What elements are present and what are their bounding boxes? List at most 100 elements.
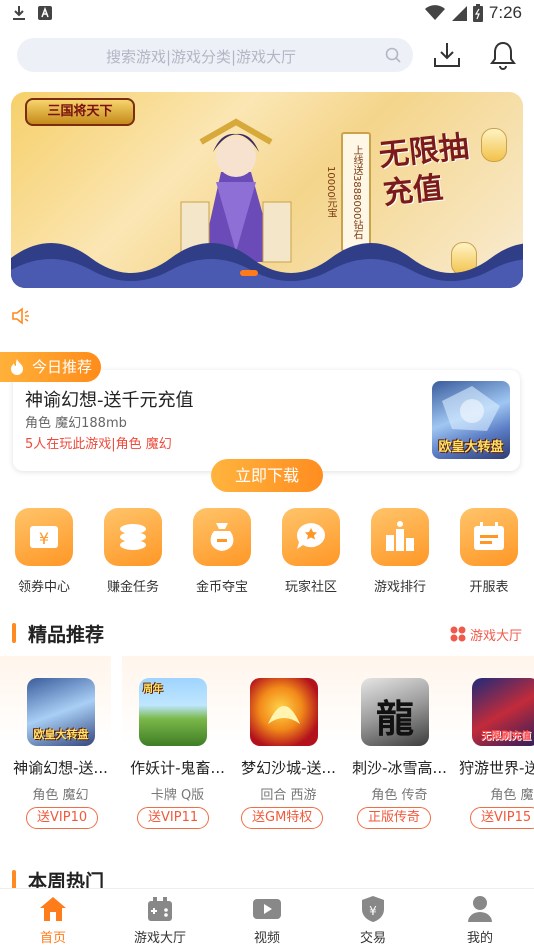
game-thumbnail: 欧皇大转盘 bbox=[27, 678, 95, 746]
bottom-nav: 首页 游戏大厅 视频 ¥ 交易 我的 bbox=[0, 888, 534, 950]
game-card[interactable]: 周年 作妖计-鬼畜... 卡牌 Q版 送VIP11 bbox=[122, 656, 233, 852]
bell-icon[interactable] bbox=[489, 40, 517, 70]
thumbnail-caption: 欧皇大转盘 bbox=[438, 440, 504, 455]
game-tags: 卡牌 Q版 bbox=[150, 788, 205, 803]
coupon-icon: ¥ bbox=[15, 508, 73, 566]
flame-icon bbox=[11, 359, 23, 375]
promo-banner[interactable]: 三国将天下 上线送3888000钻石10000元宝 无限抽充值 bbox=[11, 92, 523, 288]
coins-icon bbox=[104, 508, 162, 566]
money-bag-icon bbox=[193, 508, 251, 566]
download-now-button[interactable]: 立即下载 bbox=[211, 459, 323, 492]
today-recommend-card[interactable]: 神谕幻想-送千元充值 角色 魔幻188mb 5人在玩此游戏|角色 魔幻 欧皇大转… bbox=[13, 370, 520, 471]
profile-icon bbox=[468, 896, 492, 922]
section-accent-bar bbox=[12, 623, 16, 643]
quick-entry-community[interactable]: 玩家社区 bbox=[269, 508, 353, 595]
game-name: 狩游世界-送 bbox=[459, 759, 534, 777]
quick-entry-ranking[interactable]: 游戏排行 bbox=[358, 508, 442, 595]
today-game-title: 神谕幻想-送千元充值 bbox=[25, 390, 194, 411]
search-input[interactable]: 搜索游戏|游戏分类|游戏大厅 bbox=[17, 38, 413, 72]
status-bar: 7:26 bbox=[0, 0, 534, 28]
quick-entry-label: 游戏排行 bbox=[373, 580, 426, 595]
game-name: 神谕幻想-送... bbox=[13, 759, 108, 777]
game-badge: 送VIP10 bbox=[26, 807, 99, 829]
svg-text:¥: ¥ bbox=[39, 529, 49, 548]
game-card[interactable]: 梦幻沙城-送... 回合 西游 送GM特权 bbox=[233, 656, 344, 852]
today-tag-label: 今日推荐 bbox=[32, 358, 93, 376]
nav-label: 我的 bbox=[466, 931, 493, 946]
trade-shield-icon: ¥ bbox=[362, 896, 384, 922]
wave-decoration bbox=[11, 243, 523, 288]
search-icon[interactable] bbox=[385, 47, 401, 63]
nav-label: 首页 bbox=[39, 931, 66, 946]
battery-icon bbox=[472, 4, 483, 22]
quick-entry-label: 金币夺宝 bbox=[195, 580, 248, 595]
thumbnail-caption: 龍 bbox=[375, 696, 414, 741]
game-thumbnail: 龍 bbox=[361, 678, 429, 746]
wifi-icon bbox=[424, 5, 445, 20]
game-name: 刺沙-冰雪高... bbox=[352, 759, 447, 777]
grid-icon bbox=[450, 626, 466, 642]
banner-page-indicator bbox=[240, 270, 258, 276]
game-badge: 正版传奇 bbox=[357, 807, 432, 829]
today-recommend-tag: 今日推荐 bbox=[0, 352, 101, 382]
quick-entry-calendar[interactable]: 开服表 bbox=[447, 508, 531, 595]
game-thumbnail: 无限刷充值 bbox=[472, 678, 534, 746]
today-game-players: 5人在玩此游戏|角色 魔幻 bbox=[25, 437, 172, 452]
thumbnail-art bbox=[268, 706, 300, 724]
nav-item-game-hall[interactable]: 游戏大厅 bbox=[115, 895, 205, 946]
calendar-icon bbox=[460, 508, 518, 566]
thumbnail-caption: 周年 bbox=[143, 684, 163, 695]
game-card[interactable]: 无限刷充值 狩游世界-送 角色 魔幻 送VIP15 bbox=[455, 656, 534, 852]
quick-entry-treasure[interactable]: 金币夺宝 bbox=[180, 508, 264, 595]
nav-item-profile[interactable]: 我的 bbox=[435, 895, 525, 946]
signal-icon bbox=[451, 6, 467, 21]
svg-text:¥: ¥ bbox=[369, 904, 377, 918]
video-icon bbox=[253, 899, 281, 919]
game-name: 梦幻沙城-送... bbox=[241, 759, 336, 777]
speaker-icon[interactable] bbox=[11, 307, 31, 325]
nav-item-home[interactable]: 首页 bbox=[8, 895, 98, 946]
search-placeholder: 搜索游戏|游戏分类|游戏大厅 bbox=[105, 48, 297, 66]
game-tags: 角色 魔幻 bbox=[490, 788, 534, 803]
game-tags: 回合 西游 bbox=[260, 788, 317, 803]
quick-entry-coupon[interactable]: ¥ 领券中心 bbox=[2, 508, 86, 595]
game-hall-link[interactable]: 游戏大厅 bbox=[450, 625, 522, 644]
download-status-icon bbox=[13, 6, 25, 20]
game-card[interactable]: 龍 刺沙-冰雪高... 角色 传奇 正版传奇 bbox=[344, 656, 455, 852]
nav-item-trade[interactable]: ¥ 交易 bbox=[328, 895, 418, 946]
game-card[interactable]: 欧皇大转盘 神谕幻想-送... 角色 魔幻 送VIP10 bbox=[0, 656, 111, 852]
game-thumbnail: 周年 bbox=[139, 678, 207, 746]
game-tags: 角色 传奇 bbox=[371, 788, 428, 803]
thumbnail-caption: 无限刷充值 bbox=[481, 731, 531, 742]
game-hall-link-label: 游戏大厅 bbox=[469, 629, 522, 644]
featured-section-header: 精品推荐 游戏大厅 bbox=[0, 619, 534, 647]
download-icon[interactable] bbox=[432, 40, 462, 70]
today-game-thumbnail[interactable]: 欧皇大转盘 bbox=[432, 381, 510, 459]
ranking-icon bbox=[371, 508, 429, 566]
banner-game-logo: 三国将天下 bbox=[25, 98, 135, 126]
community-icon bbox=[282, 508, 340, 566]
status-time: 7:26 bbox=[488, 3, 522, 22]
nav-label: 视频 bbox=[253, 931, 280, 946]
featured-games-row: 欧皇大转盘 神谕幻想-送... 角色 魔幻 送VIP10 周年 作妖计-鬼畜..… bbox=[0, 656, 534, 852]
game-thumbnail bbox=[250, 678, 318, 746]
thumbnail-caption: 欧皇大转盘 bbox=[33, 728, 89, 741]
game-badge: 送VIP15 bbox=[470, 807, 534, 829]
banner-headline: 无限抽充值 bbox=[377, 129, 471, 212]
quick-entry-label: 开服表 bbox=[469, 580, 509, 595]
search-row: 搜索游戏|游戏分类|游戏大厅 bbox=[0, 36, 534, 76]
nav-label: 游戏大厅 bbox=[133, 931, 186, 946]
quick-entry-label: 玩家社区 bbox=[284, 580, 337, 595]
nav-item-video[interactable]: 视频 bbox=[222, 895, 312, 946]
game-name: 作妖计-鬼畜... bbox=[130, 759, 225, 777]
quick-entry-tasks[interactable]: 赚金任务 bbox=[91, 508, 175, 595]
quick-entry-label: 赚金任务 bbox=[106, 580, 159, 595]
app-a-icon bbox=[38, 6, 52, 20]
game-hall-icon bbox=[148, 897, 172, 921]
nav-label: 交易 bbox=[359, 931, 386, 946]
game-badge: 送GM特权 bbox=[241, 807, 324, 829]
today-game-meta: 角色 魔幻188mb bbox=[25, 416, 127, 431]
game-badge: 送VIP11 bbox=[137, 807, 210, 829]
section-accent-bar bbox=[12, 870, 16, 890]
home-icon bbox=[40, 897, 66, 921]
